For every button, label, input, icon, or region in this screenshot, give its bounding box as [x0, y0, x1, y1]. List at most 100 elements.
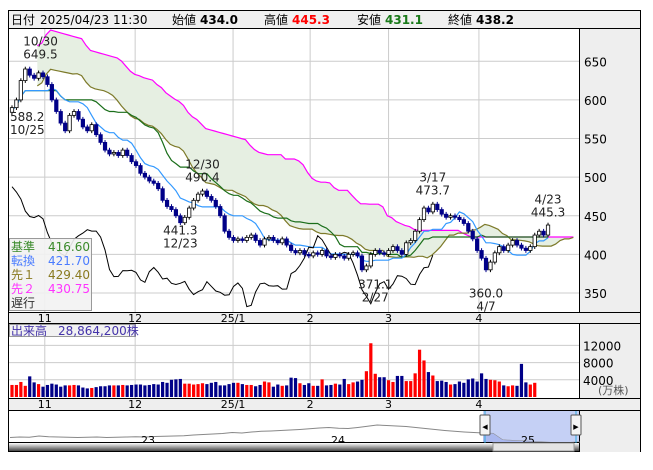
legend-label: 先１: [11, 268, 35, 282]
volume-bar: [174, 379, 178, 397]
volume-bar: [528, 384, 532, 397]
volume-tick-label: 8000: [583, 357, 614, 371]
volume-bar: [400, 375, 404, 397]
volume-bar: [245, 384, 249, 397]
low-label: 安値: [357, 12, 381, 27]
candle: [222, 213, 227, 234]
volume-bar: [209, 382, 213, 397]
annotation-line1: 12/30: [185, 158, 220, 172]
volume-bar: [298, 383, 302, 397]
annotation-line2: 649.5: [23, 48, 57, 62]
price-tick-label: 550: [584, 133, 607, 147]
volume-bar: [231, 382, 236, 397]
volume-unit: (万株): [598, 383, 629, 397]
volume-bar: [196, 384, 200, 397]
annotation-line1: 10/30: [23, 35, 58, 49]
volume-bar: [351, 382, 355, 397]
volume-bar: [364, 371, 368, 397]
ichimoku-legend: 基準 416.60 転換 421.70 先１ 429.40 先２ 430.75 遅行: [9, 238, 92, 311]
volume-bar: [285, 385, 289, 397]
volume-bar: [471, 378, 475, 397]
volume-bar: [23, 385, 27, 397]
volume-bar: [422, 360, 426, 397]
volume-bar: [183, 383, 187, 397]
volume-bar: [484, 378, 488, 397]
volume-bar: [395, 375, 400, 397]
volume-bar: [116, 385, 120, 397]
volume-bar: [378, 377, 382, 397]
date-tick-label: 4: [475, 398, 482, 411]
annotation-line2: 490.4: [185, 171, 219, 185]
candle: [545, 222, 551, 238]
volume-bar: [333, 383, 337, 397]
volume-bar: [187, 383, 191, 397]
arrow-right-icon: ▶: [573, 423, 579, 431]
high-label: 高値: [264, 12, 288, 27]
volume-bar: [404, 381, 408, 397]
volume-bar: [302, 384, 306, 397]
volume-bar: [94, 387, 98, 397]
candle: [413, 228, 418, 243]
annotation-line2: 473.7: [416, 183, 450, 197]
navigator-left-handle[interactable]: ◀: [479, 414, 491, 436]
volume-bar: [267, 382, 271, 397]
candle: [475, 236, 480, 253]
date-tick-label: 11: [38, 398, 52, 411]
volume-tick-label: 12000: [583, 339, 621, 353]
annotation-line1: 3/17: [419, 170, 446, 184]
volume-bar: [533, 382, 537, 397]
volume-bar: [307, 383, 311, 397]
volume-bar: [448, 384, 453, 397]
legend-label: 基準: [11, 239, 35, 254]
volume-bar: [107, 385, 112, 397]
candle: [368, 252, 373, 269]
volume-bar: [240, 384, 244, 397]
volume-bar: [466, 379, 470, 397]
navigator-scrollbar-thumb[interactable]: [492, 442, 575, 452]
date-tick-label: 4: [475, 312, 482, 325]
close-value: 438.2: [476, 13, 514, 27]
candle: [18, 78, 23, 103]
date-tick-label: 25/1: [221, 312, 246, 325]
price-tick-label: 600: [584, 94, 607, 108]
candle: [67, 113, 72, 134]
volume-bar: [249, 384, 253, 397]
volume-bar: [316, 385, 320, 397]
candle: [23, 66, 28, 83]
annotation-line1: 441.3: [163, 223, 197, 237]
volume-bar: [147, 384, 151, 397]
volume-bar: [76, 385, 81, 397]
volume-bar: [205, 384, 209, 397]
volume-bar: [355, 381, 360, 397]
price-tick-label: 350: [584, 287, 607, 301]
candle: [187, 205, 192, 220]
volume-bar: [329, 384, 333, 397]
candle: [58, 109, 63, 126]
date-axis-volume: [9, 398, 640, 410]
volume-bar: [192, 384, 196, 397]
volume-bar: [50, 383, 54, 397]
volume-bar: [72, 384, 76, 397]
volume-bar: [125, 385, 129, 397]
volume-bar: [165, 382, 169, 397]
legend-value: 421.70: [48, 254, 90, 268]
volume-total: 28,864,200株: [58, 323, 139, 338]
date-axis-main: [9, 312, 640, 323]
volume-bar: [413, 373, 417, 397]
candle: [54, 97, 59, 114]
annotation-line2: 12/23: [163, 236, 198, 250]
volume-bar: [293, 378, 298, 397]
volume-bar: [502, 385, 506, 397]
volume-bar: [63, 385, 67, 397]
navigator-right-handle[interactable]: ▶: [570, 414, 582, 436]
legend-label: 遅行: [11, 296, 35, 310]
date-tick-label: 2: [307, 312, 314, 325]
volume-bar: [391, 381, 395, 397]
volume-bar: [409, 381, 413, 397]
candle: [421, 205, 427, 222]
volume-bar: [67, 385, 72, 397]
volume-bar: [19, 381, 23, 397]
volume-bar: [14, 384, 19, 397]
volume-label: 出来高: [11, 323, 47, 338]
volume-bar: [178, 378, 182, 397]
